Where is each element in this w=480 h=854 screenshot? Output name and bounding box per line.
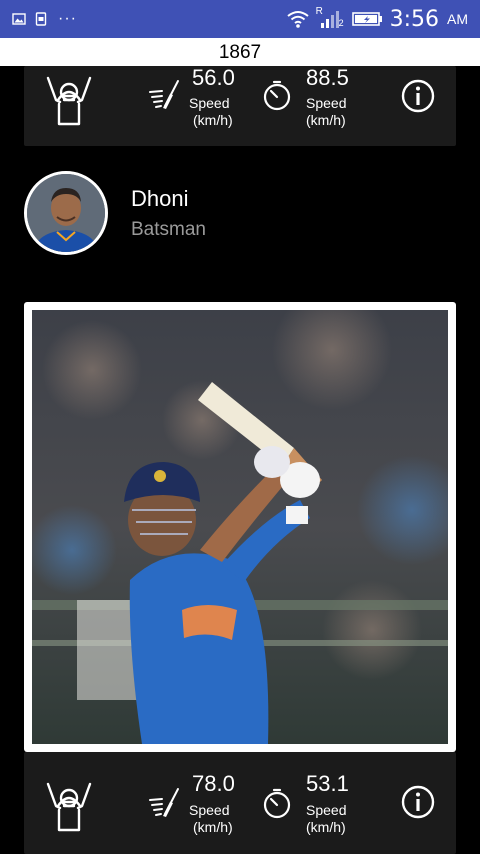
- page-title: 1867: [0, 38, 480, 66]
- stat1-value: 56.0: [192, 65, 235, 90]
- signal-icon: R 2: [316, 6, 346, 30]
- stat2-label-line1: Speed: [306, 802, 347, 818]
- info-icon[interactable]: [400, 78, 436, 114]
- status-bar: ··· R 2 3:56 AM: [0, 0, 480, 38]
- stat2-label: Speed (km/h): [306, 95, 346, 129]
- info-icon[interactable]: [400, 784, 436, 820]
- clock-ampm: AM: [447, 11, 468, 27]
- stats-card-bottom[interactable]: 78.0 Speed (km/h) 53.1 Speed (km/h): [24, 752, 456, 854]
- sim-label: 2: [338, 18, 344, 28]
- wifi-icon: [286, 11, 309, 28]
- stat2-value: 88.5: [306, 65, 349, 90]
- battery-icon: [351, 12, 382, 26]
- bat-speed-icon: [149, 80, 179, 109]
- stat1-label-line1: Speed: [189, 802, 230, 818]
- stat2-label: Speed (km/h): [306, 802, 346, 836]
- stats-card-top[interactable]: 56.0 Speed (km/h) 88.5 Speed (km/h): [24, 66, 456, 146]
- stat1-label-line1: Speed: [189, 95, 230, 111]
- stat1-label-line2: (km/h): [193, 112, 233, 128]
- sd-card-icon: [35, 12, 47, 26]
- image-icon: [12, 13, 26, 25]
- stat1-label: Speed (km/h): [189, 95, 233, 129]
- stat2-label-line1: Speed: [306, 95, 347, 111]
- stat1-value: 78.0: [192, 771, 235, 796]
- clock-time: 3:56: [389, 6, 439, 32]
- stopwatch-icon: [263, 80, 291, 111]
- batsman-icon: [46, 782, 92, 832]
- stat2-label-line2: (km/h): [306, 112, 346, 128]
- player-name: Dhoni: [131, 186, 189, 211]
- player-role: Batsman: [131, 219, 206, 240]
- bat-speed-icon: [149, 788, 179, 817]
- batting-photo: [32, 310, 448, 744]
- stat2-value: 53.1: [306, 771, 349, 796]
- stat2-label-line2: (km/h): [306, 819, 346, 835]
- batsman-icon: [46, 76, 92, 126]
- more-icon: ···: [58, 10, 77, 27]
- stopwatch-icon: [263, 788, 291, 819]
- stat1-label: Speed (km/h): [189, 802, 233, 836]
- player-avatar: [24, 171, 108, 255]
- stat1-label-line2: (km/h): [193, 819, 233, 835]
- photo-frame[interactable]: [24, 302, 456, 752]
